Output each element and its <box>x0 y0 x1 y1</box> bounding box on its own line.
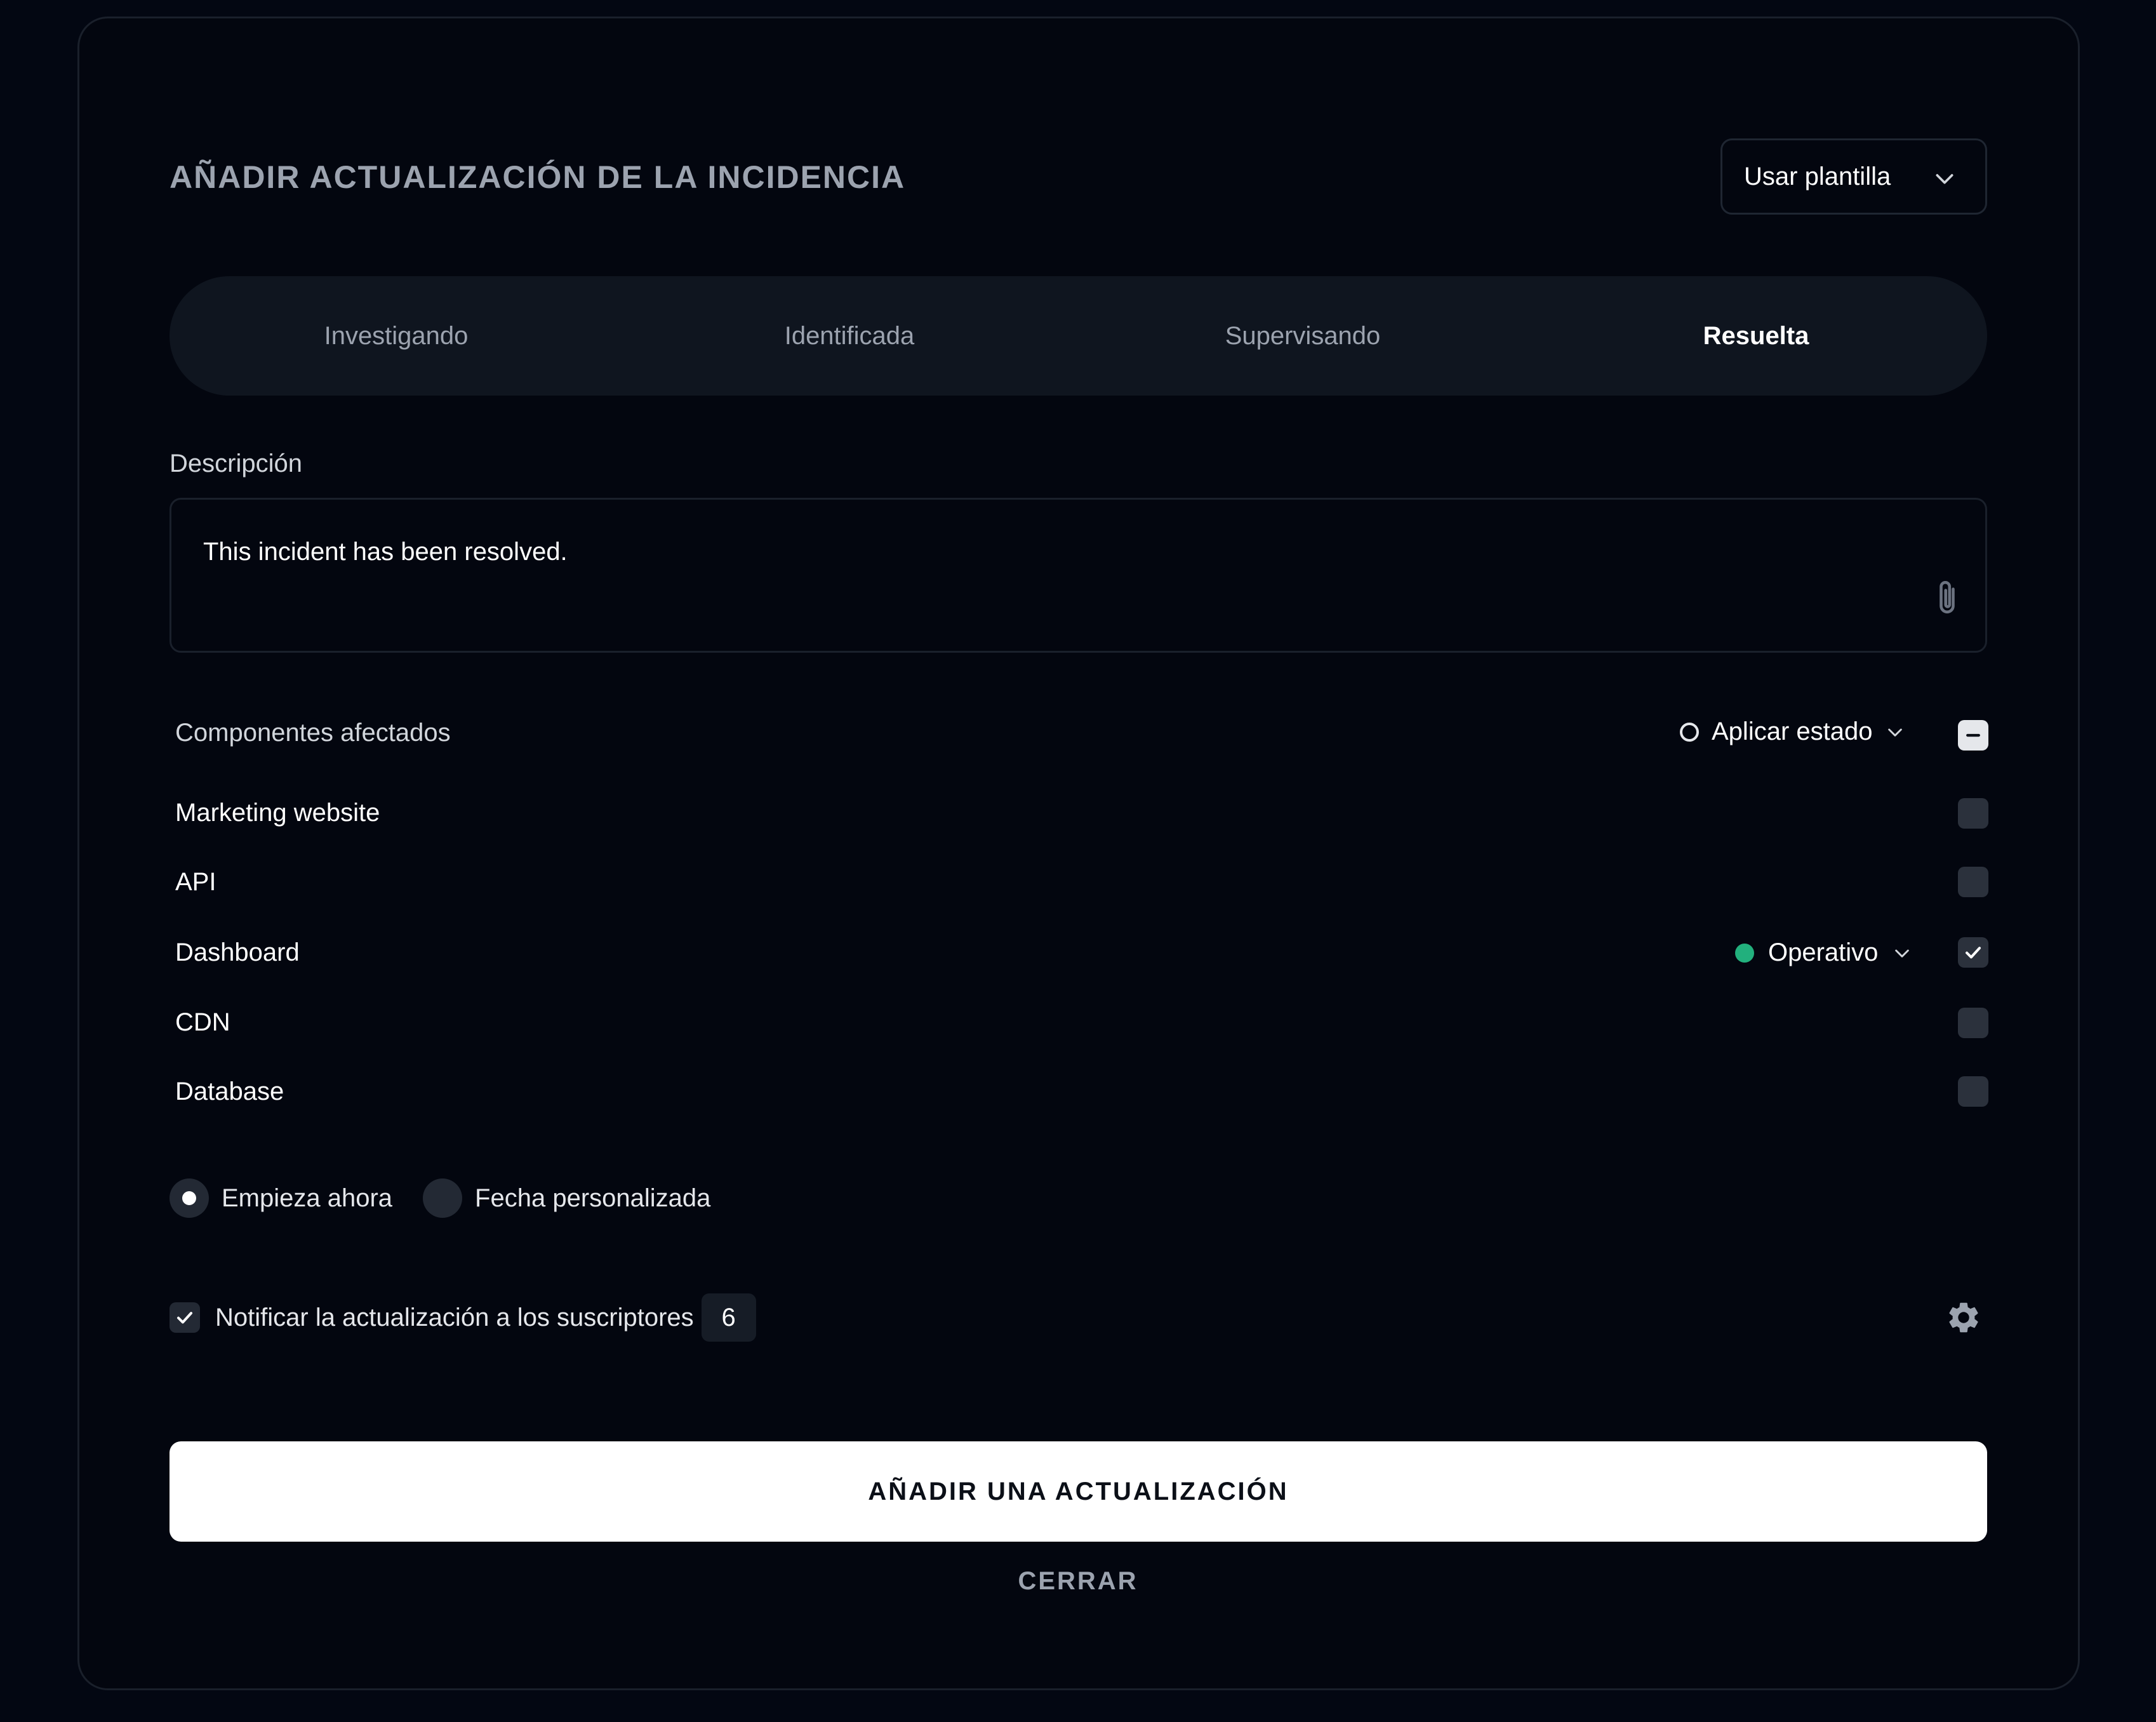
component-marketing-website: Marketing website <box>175 799 380 827</box>
component-api-checkbox[interactable] <box>1958 867 1988 897</box>
dashboard-status-label: Operativo <box>1768 938 1879 966</box>
use-template-dropdown[interactable]: Usar plantilla <box>1720 138 1987 215</box>
incident-update-dialog <box>77 17 2080 1690</box>
tab-investigando[interactable]: Investigando <box>170 276 623 396</box>
status-ring-icon <box>1680 722 1699 742</box>
description-textarea[interactable]: This incident has been resolved. <box>170 498 1987 653</box>
notify-subscribers-label: Notificar la actualización a los suscrip… <box>215 1303 694 1332</box>
description-label: Descripción <box>170 450 302 477</box>
checkmark-icon <box>177 1312 192 1324</box>
use-template-label: Usar plantilla <box>1744 162 1891 190</box>
operational-status-dot <box>1735 943 1754 963</box>
component-api: API <box>175 868 216 896</box>
select-all-components-checkbox[interactable] <box>1958 720 1988 751</box>
close-button[interactable]: CERRAR <box>919 1563 1237 1599</box>
minus-icon <box>1966 733 1980 737</box>
radio-empieza-ahora-label[interactable]: Empieza ahora <box>222 1184 392 1213</box>
tab-resuelta[interactable]: Resuelta <box>1529 276 1983 396</box>
affected-components-header: Componentes afectados <box>175 719 451 747</box>
apply-status-label: Aplicar estado <box>1712 718 1873 745</box>
radio-fecha-personalizada-label[interactable]: Fecha personalizada <box>475 1184 710 1213</box>
checkmark-icon <box>1966 947 1981 959</box>
tab-supervisando[interactable]: Supervisando <box>1076 276 1529 396</box>
tab-identificada[interactable]: Identificada <box>623 276 1076 396</box>
component-cdn: CDN <box>175 1008 230 1036</box>
component-dashboard-checkbox[interactable] <box>1958 937 1988 968</box>
dashboard-status-dropdown[interactable]: Operativo <box>1735 938 1912 967</box>
add-update-button[interactable]: AÑADIR UNA ACTUALIZACIÓN <box>170 1441 1987 1542</box>
timing-radio-group: Empieza ahora Fecha personalizada <box>170 1178 710 1218</box>
dialog-title: AÑADIR ACTUALIZACIÓN DE LA INCIDENCIA <box>170 159 906 195</box>
notify-subscribers-checkbox[interactable] <box>170 1302 200 1333</box>
chevron-down-icon <box>1936 174 1953 184</box>
gear-icon[interactable] <box>1945 1299 1982 1336</box>
chevron-down-icon <box>1895 949 1910 958</box>
component-database: Database <box>175 1078 284 1105</box>
chevron-down-icon <box>1888 728 1903 737</box>
component-cdn-checkbox[interactable] <box>1958 1008 1988 1038</box>
paperclip-icon[interactable] <box>1935 577 1959 618</box>
radio-empieza-ahora[interactable] <box>170 1178 209 1218</box>
radio-fecha-personalizada[interactable] <box>423 1178 463 1218</box>
apply-status-dropdown[interactable]: Aplicar estado <box>1680 718 1905 746</box>
status-tabs: Investigando Identificada Supervisando R… <box>170 276 1987 396</box>
component-database-checkbox[interactable] <box>1958 1076 1988 1107</box>
component-marketing-website-checkbox[interactable] <box>1958 798 1988 829</box>
radio-selected-dot <box>182 1191 196 1205</box>
component-dashboard: Dashboard <box>175 938 300 966</box>
notify-subscribers-row: Notificar la actualización a los suscrip… <box>170 1293 756 1342</box>
subscriber-count-badge: 6 <box>701 1293 756 1342</box>
